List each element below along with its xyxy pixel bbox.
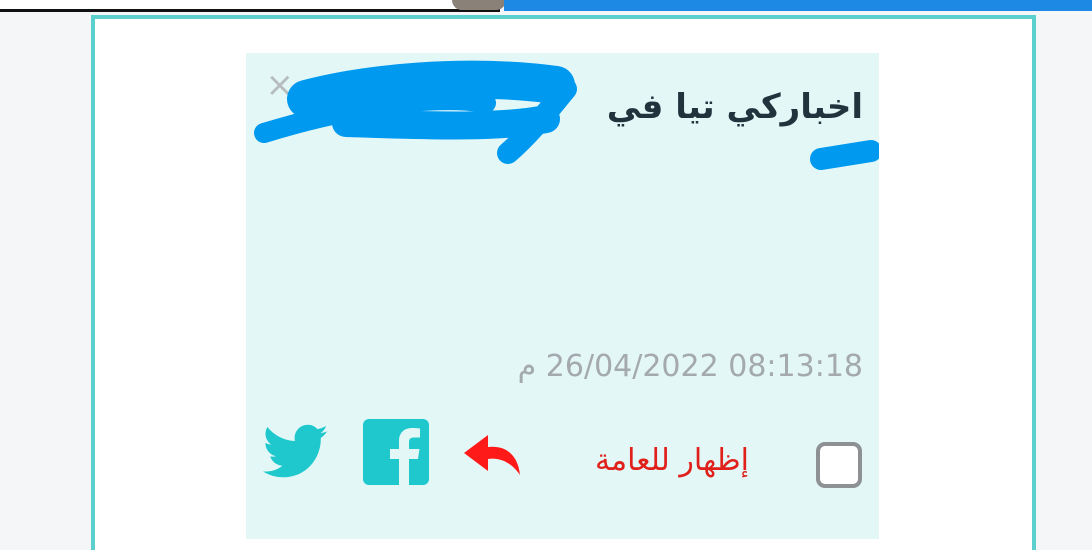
news-card: × اخباركي تيا في 08:13:18 26/04/2022 م إ… <box>246 53 879 539</box>
redaction-scribble <box>254 60 879 170</box>
top-bar-thumbnail <box>452 0 506 10</box>
top-bar-left <box>0 0 500 12</box>
news-title: اخباركي تيا في <box>606 87 863 127</box>
show-public-checkbox[interactable] <box>816 442 862 488</box>
post-timestamp: 08:13:18 26/04/2022 م <box>517 349 863 384</box>
twitter-icon[interactable] <box>263 423 329 481</box>
top-bar-right <box>504 0 1092 11</box>
show-public-label: إظهار للعامة <box>594 443 749 478</box>
close-icon[interactable]: × <box>266 68 295 102</box>
red-arrow-icon <box>464 435 520 475</box>
facebook-icon[interactable] <box>363 419 429 485</box>
